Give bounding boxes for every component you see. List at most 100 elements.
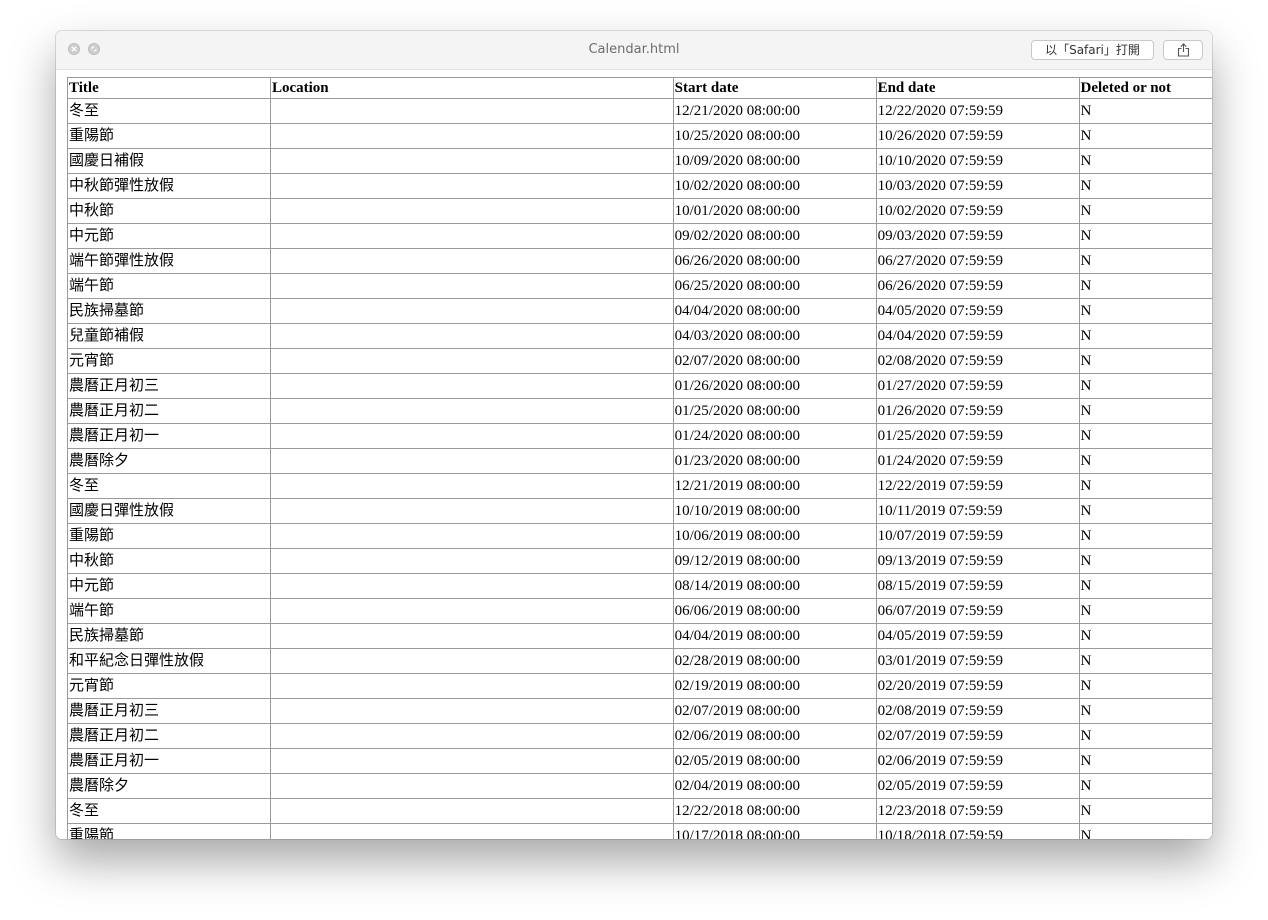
cell-location	[269, 498, 674, 524]
table-row: 元宵節 02/19/2019 08:00:00 02/20/2019 07:59:5…	[67, 673, 1212, 699]
cell-start-date: 02/28/2019 08:00:00	[672, 648, 877, 674]
cell-end-date: 04/04/2020 07:59:59	[875, 323, 1080, 349]
cell-end-date: 06/07/2019 07:59:59	[875, 598, 1080, 624]
cell-start-date: 02/07/2020 08:00:00	[672, 348, 877, 374]
cell-deleted: N	[1078, 523, 1212, 549]
cell-deleted: N	[1078, 398, 1212, 424]
cell-title: 端午節	[67, 598, 271, 624]
cell-start-date: 10/10/2019 08:00:00	[672, 498, 877, 524]
cell-start-date: 01/24/2020 08:00:00	[672, 423, 877, 449]
cell-end-date: 12/22/2020 07:59:59	[875, 98, 1080, 124]
cell-title: 農曆正月初三	[67, 698, 271, 724]
cell-start-date: 01/26/2020 08:00:00	[672, 373, 877, 399]
cell-end-date: 04/05/2019 07:59:59	[875, 623, 1080, 649]
cell-start-date: 01/25/2020 08:00:00	[672, 398, 877, 424]
cell-title: 民族掃墓節	[67, 623, 271, 649]
cell-deleted: N	[1078, 498, 1212, 524]
cell-start-date: 02/05/2019 08:00:00	[672, 748, 877, 774]
cell-end-date: 10/10/2020 07:59:59	[875, 148, 1080, 174]
quicklook-window: Calendar.html 以「Safari」打開 Title Location…	[56, 31, 1212, 839]
cell-end-date: 10/11/2019 07:59:59	[875, 498, 1080, 524]
cell-start-date: 10/01/2020 08:00:00	[672, 198, 877, 224]
open-in-safari-button[interactable]: 以「Safari」打開	[1031, 40, 1154, 60]
cell-start-date: 02/07/2019 08:00:00	[672, 698, 877, 724]
cell-deleted: N	[1078, 373, 1212, 399]
cell-end-date: 08/15/2019 07:59:59	[875, 573, 1080, 599]
cell-deleted: N	[1078, 773, 1212, 799]
cell-end-date: 02/08/2019 07:59:59	[875, 698, 1080, 724]
table-row: 元宵節 02/07/2020 08:00:00 02/08/2020 07:59:5…	[67, 348, 1212, 374]
column-header-end-date: End date	[875, 77, 1080, 99]
cell-deleted: N	[1078, 798, 1212, 824]
cell-location	[269, 773, 674, 799]
table-row: 農曆除夕 02/04/2019 08:00:00 02/05/2019 07:59:…	[67, 773, 1212, 799]
table-row: 端午節 06/06/2019 08:00:00 06/07/2019 07:59:5…	[67, 598, 1212, 624]
cell-deleted: N	[1078, 648, 1212, 674]
column-header-location: Location	[269, 77, 674, 99]
table-row: 農曆正月初二 01/25/2020 08:00:00 01/26/2020 07:5…	[67, 398, 1212, 424]
cell-start-date: 02/06/2019 08:00:00	[672, 723, 877, 749]
cell-start-date: 04/03/2020 08:00:00	[672, 323, 877, 349]
share-button[interactable]	[1163, 40, 1203, 60]
cell-deleted: N	[1078, 423, 1212, 449]
cell-end-date: 10/26/2020 07:59:59	[875, 123, 1080, 149]
cell-title: 農曆正月初二	[67, 723, 271, 749]
cell-end-date: 01/25/2020 07:59:59	[875, 423, 1080, 449]
table-row: 重陽節 10/25/2020 08:00:00 10/26/2020 07:59:5…	[67, 123, 1212, 149]
cell-end-date: 06/27/2020 07:59:59	[875, 248, 1080, 274]
cell-location	[269, 448, 674, 474]
cell-location	[269, 248, 674, 274]
cell-end-date: 01/24/2020 07:59:59	[875, 448, 1080, 474]
cell-end-date: 09/03/2020 07:59:59	[875, 223, 1080, 249]
cell-location	[269, 548, 674, 574]
cell-start-date: 10/06/2019 08:00:00	[672, 523, 877, 549]
cell-title: 冬至	[67, 98, 271, 124]
document-content: Title Location Start date End date Delet…	[56, 70, 1212, 839]
cell-start-date: 12/21/2020 08:00:00	[672, 98, 877, 124]
table-row: 國慶日彈性放假 10/10/2019 08:00:00 10/11/2019 07:…	[67, 498, 1212, 524]
cell-start-date: 08/14/2019 08:00:00	[672, 573, 877, 599]
cell-end-date: 12/23/2018 07:59:59	[875, 798, 1080, 824]
cell-title: 中秋節	[67, 198, 271, 224]
table-row: 和平紀念日彈性放假 02/28/2019 08:00:00 03/01/2019 0…	[67, 648, 1212, 674]
cell-title: 中元節	[67, 573, 271, 599]
cell-deleted: N	[1078, 623, 1212, 649]
cell-title: 兒童節補假	[67, 323, 271, 349]
cell-location	[269, 223, 674, 249]
cell-start-date: 10/25/2020 08:00:00	[672, 123, 877, 149]
table-row: 中元節 09/02/2020 08:00:00 09/03/2020 07:59:5…	[67, 223, 1212, 249]
table-row: 重陽節 10/17/2018 08:00:00 10/18/2018 07:59:5…	[67, 823, 1212, 839]
calendar-table: Title Location Start date End date Delet…	[67, 77, 1212, 839]
cell-location	[269, 598, 674, 624]
cell-title: 冬至	[67, 798, 271, 824]
cell-title: 元宵節	[67, 673, 271, 699]
table-row: 中秋節 09/12/2019 08:00:00 09/13/2019 07:59:5…	[67, 548, 1212, 574]
cell-start-date: 12/22/2018 08:00:00	[672, 798, 877, 824]
table-row: 農曆正月初二 02/06/2019 08:00:00 02/07/2019 07:5…	[67, 723, 1212, 749]
cell-title: 民族掃墓節	[67, 298, 271, 324]
cell-deleted: N	[1078, 273, 1212, 299]
cell-deleted: N	[1078, 598, 1212, 624]
cell-start-date: 02/19/2019 08:00:00	[672, 673, 877, 699]
cell-location	[269, 323, 674, 349]
cell-deleted: N	[1078, 673, 1212, 699]
column-header-start-date: Start date	[672, 77, 877, 99]
cell-location	[269, 98, 674, 124]
cell-title: 重陽節	[67, 823, 271, 839]
table-row: 端午節彈性放假 06/26/2020 08:00:00 06/27/2020 07:…	[67, 248, 1212, 274]
cell-location	[269, 148, 674, 174]
cell-location	[269, 748, 674, 774]
cell-deleted: N	[1078, 348, 1212, 374]
cell-end-date: 06/26/2020 07:59:59	[875, 273, 1080, 299]
cell-start-date: 10/09/2020 08:00:00	[672, 148, 877, 174]
table-row: 農曆除夕 01/23/2020 08:00:00 01/24/2020 07:59:…	[67, 448, 1212, 474]
cell-end-date: 09/13/2019 07:59:59	[875, 548, 1080, 574]
cell-location	[269, 198, 674, 224]
cell-start-date: 04/04/2019 08:00:00	[672, 623, 877, 649]
cell-title: 端午節彈性放假	[67, 248, 271, 274]
title-bar: Calendar.html 以「Safari」打開	[56, 31, 1212, 70]
table-row: 冬至 12/21/2019 08:00:00 12/22/2019 07:59:59…	[67, 473, 1212, 499]
cell-location	[269, 398, 674, 424]
cell-end-date: 01/27/2020 07:59:59	[875, 373, 1080, 399]
cell-location	[269, 423, 674, 449]
